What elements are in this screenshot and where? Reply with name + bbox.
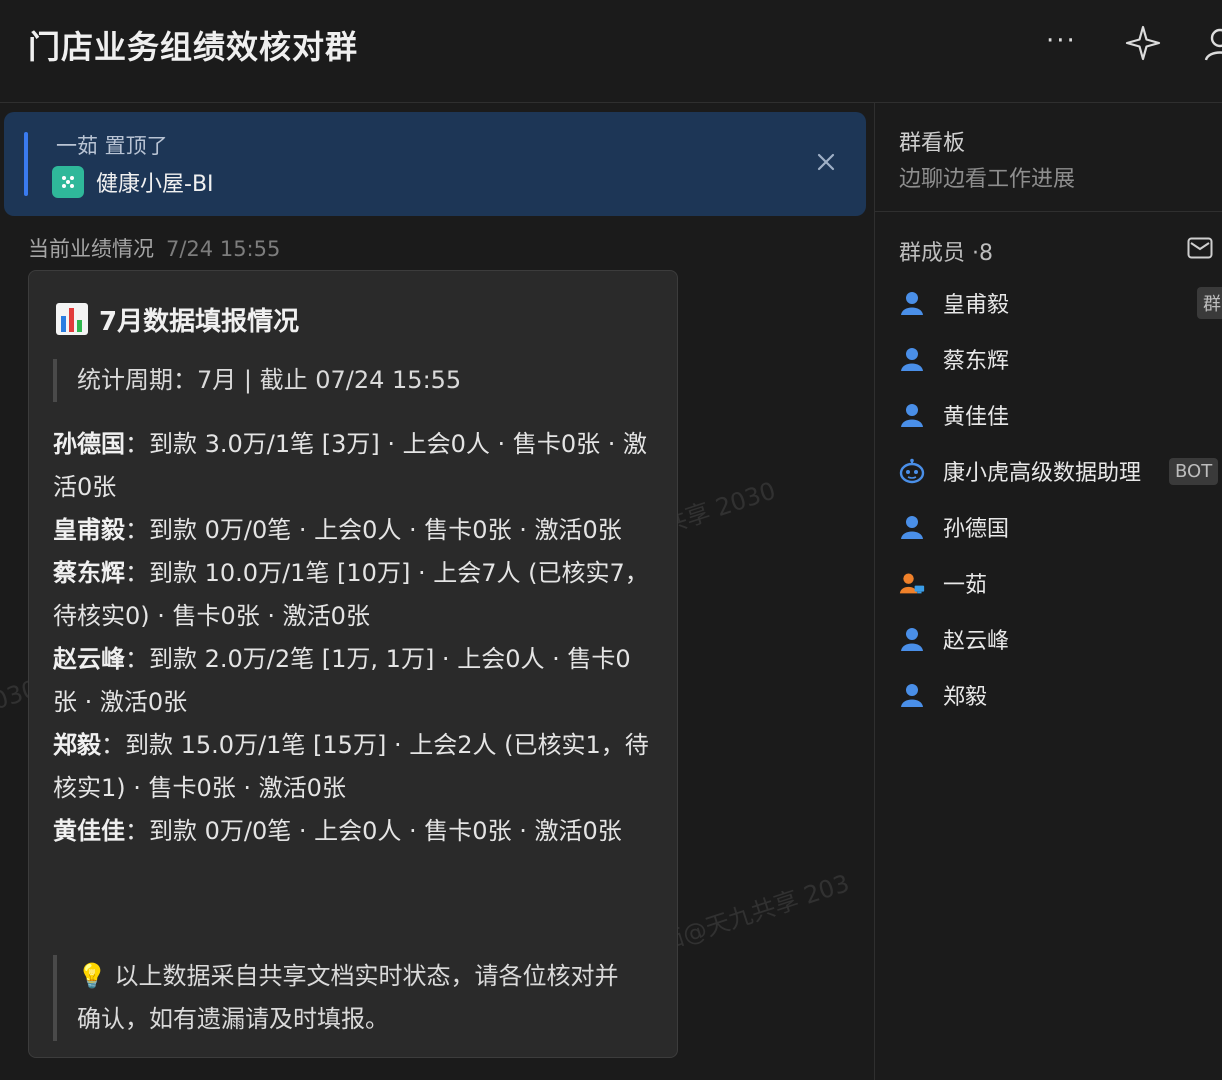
pinned-doc-name: 健康小屋-BI <box>96 172 214 197</box>
pinned-by-text: 一茹 置顶了 <box>56 134 168 158</box>
member-name: 黄佳佳 <box>943 405 1010 430</box>
chat-panel: 一茹 置顶了 健康小屋-BI 当前业绩情况 7/24 15:55 共享 2030 … <box>0 103 874 1080</box>
message-time: 7/24 15:55 <box>166 237 281 261</box>
chat-title: 门店业务组绩效核对群 <box>28 28 359 66</box>
entry-name: 黄佳佳 <box>53 817 125 845</box>
sidebar-divider <box>875 211 1222 212</box>
entry-name: 赵云峰 <box>53 645 125 673</box>
entry-name: 蔡东辉 <box>53 559 125 587</box>
entry-detail: ：到款 2.0万/2笔 [1万, 1万] · 上会0人 · 售卡0张 · 激活0… <box>53 645 631 716</box>
card-title-text: 7月数据填报情况 <box>99 306 300 337</box>
entry-row: 郑毅：到款 15.0万/1笔 [15万] · 上会2人 (已核实1，待核实1) … <box>53 724 653 810</box>
entry-row: 孙德国：到款 3.0万/1笔 [3万] · 上会0人 · 售卡0张 · 激活0张 <box>53 423 653 509</box>
member-name: 一茹 <box>943 573 988 598</box>
member-name: 郑毅 <box>943 685 988 710</box>
entry-row: 赵云峰：到款 2.0万/2笔 [1万, 1万] · 上会0人 · 售卡0张 · … <box>53 638 653 724</box>
entry-row: 黄佳佳：到款 0万/0笔 · 上会0人 · 售卡0张 · 激活0张 <box>53 810 653 853</box>
member-name: 皇甫毅 <box>943 293 1010 318</box>
members-list: 皇甫毅 群 蔡东辉 黄佳佳 康小虎高级数据助理 BOT 孙德国 一茹 赵云峰 郑… <box>899 275 1222 723</box>
doc-icon <box>52 166 84 198</box>
members-title[interactable]: 群成员 ·8 <box>899 235 993 267</box>
close-icon[interactable] <box>814 150 838 174</box>
person-icon <box>901 516 923 539</box>
entry-detail: ：到款 10.0万/1笔 [10万] · 上会7人 (已核实7，待核实0) · … <box>53 559 649 630</box>
person-icon <box>901 684 923 707</box>
pinned-doc-link[interactable]: 健康小屋-BI <box>52 166 214 198</box>
sparkle-icon[interactable] <box>1124 24 1162 62</box>
period-quote: 统计周期：7月 | 截止 07/24 15:55 <box>53 359 461 402</box>
chat-header: 门店业务组绩效核对群 ··· <box>0 0 1222 103</box>
group-owner-badge: 群 <box>1197 287 1222 319</box>
person-icon <box>901 628 923 651</box>
member-item[interactable]: 黄佳佳 <box>899 387 1222 443</box>
note-quote: 💡 以上数据采自共享文档实时状态，请各位核对并确认，如有遗漏请及时填报。 <box>53 955 637 1041</box>
person-admin-icon <box>899 573 925 594</box>
bot-icon <box>899 458 925 484</box>
mail-icon[interactable] <box>1187 237 1213 259</box>
card-title: 7月数据填报情况 <box>55 299 299 339</box>
person-icon <box>901 292 923 315</box>
member-item[interactable]: 康小虎高级数据助理 BOT <box>899 443 1222 499</box>
person-icon <box>901 404 923 427</box>
member-item[interactable]: 孙德国 <box>899 499 1222 555</box>
person-add-icon[interactable] <box>1200 24 1222 64</box>
entry-row: 皇甫毅：到款 0万/0笔 · 上会0人 · 售卡0张 · 激活0张 <box>53 509 653 552</box>
message-sender[interactable]: 当前业绩情况 <box>28 237 154 261</box>
member-item[interactable]: 一茹 <box>899 555 1222 611</box>
report-card: 7月数据填报情况 统计周期：7月 | 截止 07/24 15:55 孙德国：到款… <box>28 270 678 1058</box>
member-item[interactable]: 皇甫毅 群 <box>899 275 1222 331</box>
entry-name: 孙德国 <box>53 430 125 458</box>
entry-name: 皇甫毅 <box>53 516 125 544</box>
entry-detail: ：到款 0万/0笔 · 上会0人 · 售卡0张 · 激活0张 <box>125 817 622 845</box>
entry-name: 郑毅 <box>53 731 101 759</box>
bar-chart-icon <box>56 303 88 335</box>
member-item[interactable]: 赵云峰 <box>899 611 1222 667</box>
bot-badge: BOT <box>1169 457 1219 485</box>
board-title[interactable]: 群看板 <box>899 125 965 157</box>
watermark: 茹@天九共享 203 <box>656 869 853 957</box>
entries-list: 孙德国：到款 3.0万/1笔 [3万] · 上会0人 · 售卡0张 · 激活0张… <box>53 423 653 853</box>
member-item[interactable]: 蔡东辉 <box>899 331 1222 387</box>
entry-detail: ：到款 15.0万/1笔 [15万] · 上会2人 (已核实1，待核实1) · … <box>53 731 649 802</box>
pin-accent-bar <box>24 132 28 196</box>
more-icon[interactable]: ··· <box>1046 26 1077 56</box>
entry-row: 蔡东辉：到款 10.0万/1笔 [10万] · 上会7人 (已核实7，待核实0)… <box>53 552 653 638</box>
member-name: 蔡东辉 <box>943 349 1010 374</box>
message-header: 当前业绩情况 7/24 15:55 <box>28 233 280 263</box>
member-name: 赵云峰 <box>943 629 1010 654</box>
entry-detail: ：到款 0万/0笔 · 上会0人 · 售卡0张 · 激活0张 <box>125 516 622 544</box>
member-name: 孙德国 <box>943 517 1010 542</box>
member-item[interactable]: 郑毅 <box>899 667 1222 723</box>
entry-detail: ：到款 3.0万/1笔 [3万] · 上会0人 · 售卡0张 · 激活0张 <box>53 430 647 501</box>
sidebar: 群看板 边聊边看工作进展 群成员 ·8 皇甫毅 群 蔡东辉 黄佳佳 康小虎高级数… <box>875 103 1222 1080</box>
person-icon <box>901 348 923 371</box>
pinned-banner[interactable]: 一茹 置顶了 健康小屋-BI <box>4 112 866 216</box>
member-name: 康小虎高级数据助理 <box>943 461 1142 486</box>
board-subtitle: 边聊边看工作进展 <box>899 167 1076 192</box>
